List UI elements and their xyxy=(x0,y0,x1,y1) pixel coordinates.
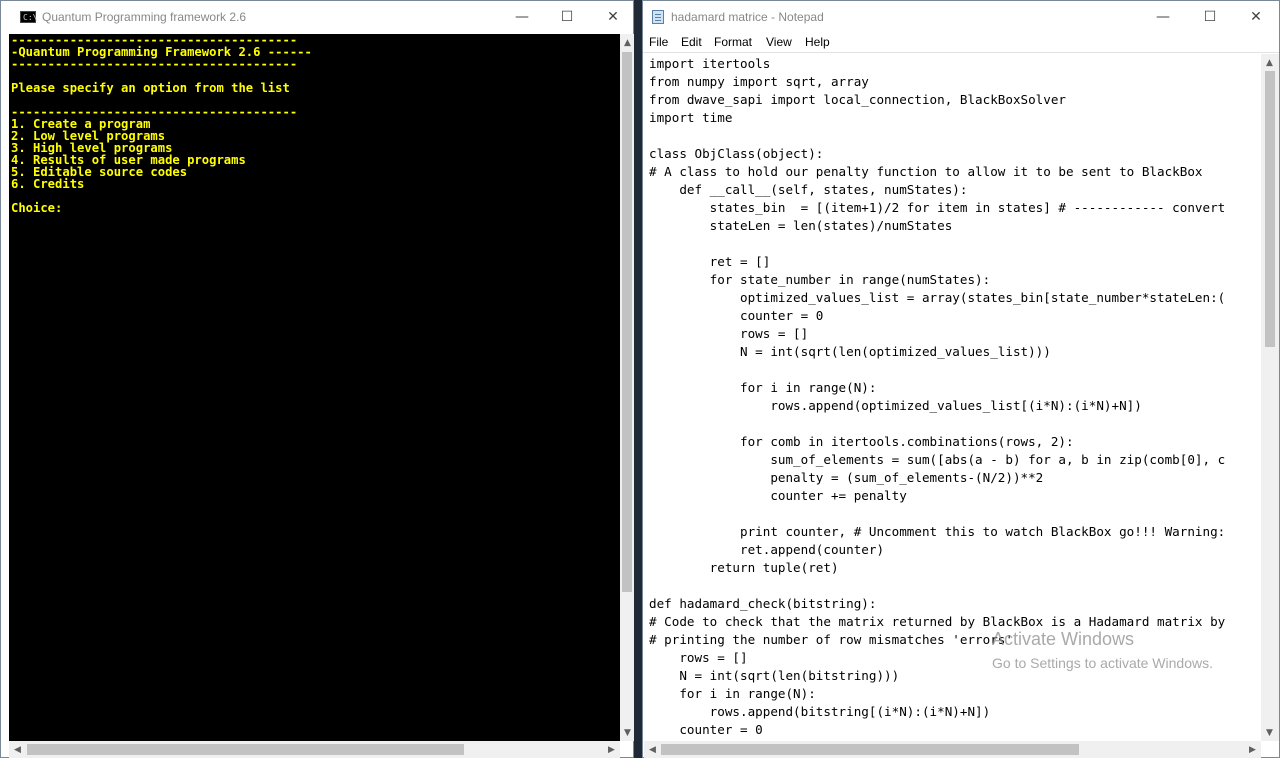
code-line: for i in range(N): xyxy=(649,686,816,701)
code-line: for i in range(N): xyxy=(649,380,877,395)
activate-windows-hint: Go to Settings to activate Windows. xyxy=(992,655,1213,671)
maximize-button[interactable]: ☐ xyxy=(1187,1,1233,33)
scroll-right-arrow-icon[interactable]: ▶ xyxy=(1244,741,1261,758)
close-button[interactable]: ✕ xyxy=(1233,1,1279,33)
code-line: print counter, # Uncomment this to watch… xyxy=(649,524,1226,539)
scroll-up-arrow-icon[interactable]: ▲ xyxy=(619,34,636,51)
code-line: for comb in itertools.combinations(rows,… xyxy=(649,434,1074,449)
code-line: def __call__(self, states, numStates): xyxy=(649,182,968,197)
console-titlebar[interactable]: C:\ Quantum Programming framework 2.6 — … xyxy=(1,1,633,33)
code-line: sum_of_elements = sum([abs(a - b) for a,… xyxy=(649,452,1226,467)
close-button[interactable]: ✕ xyxy=(590,1,636,33)
activate-windows-watermark: Activate Windows xyxy=(992,629,1135,649)
console-window: C:\ Quantum Programming framework 2.6 — … xyxy=(0,0,634,758)
code-line: counter = 0 xyxy=(649,722,763,737)
console-hscroll-thumb[interactable] xyxy=(27,744,464,755)
code-line: class ObjClass(object): xyxy=(649,146,824,161)
maximize-button[interactable]: ☐ xyxy=(544,1,590,33)
code-line: ret = [] xyxy=(649,254,771,269)
notepad-hscroll-thumb[interactable] xyxy=(661,744,1079,755)
console-choice-input[interactable]: Choice: xyxy=(11,202,62,214)
code-line: N = int(sqrt(len(optimized_values_list))… xyxy=(649,344,1051,359)
code-line: rows = [] xyxy=(649,650,748,665)
code-line: rows.append(bitstring[(i*N):(i*N)+N]) xyxy=(649,704,991,719)
console-vertical-scrollbar[interactable]: ▲ ▼ xyxy=(620,34,634,741)
code-line: # Code to check that the matrix returned… xyxy=(649,614,1226,629)
notepad-window-title: hadamard matrice - Notepad xyxy=(671,10,824,24)
code-line: for state_number in range(numStates): xyxy=(649,272,991,287)
code-line: import itertools xyxy=(649,56,771,71)
notepad-text-area[interactable]: import itertools from numpy import sqrt, … xyxy=(644,54,1261,741)
minimize-button[interactable]: — xyxy=(499,1,545,33)
menu-file[interactable]: File xyxy=(649,35,668,49)
code-line: return tuple(ret) xyxy=(649,560,839,575)
menu-format[interactable]: Format xyxy=(714,35,752,49)
console-app-icon: C:\ xyxy=(20,11,37,23)
console-window-title: Quantum Programming framework 2.6 xyxy=(42,10,247,24)
scroll-left-arrow-icon[interactable]: ◀ xyxy=(644,741,661,758)
code-line: stateLen = len(states)/numStates xyxy=(649,218,953,233)
notepad-app-icon xyxy=(652,10,664,24)
scroll-down-arrow-icon[interactable]: ▼ xyxy=(619,724,636,741)
scroll-right-arrow-icon[interactable]: ▶ xyxy=(603,741,620,758)
code-line: import time xyxy=(649,110,733,125)
code-line: from numpy import sqrt, array xyxy=(649,74,869,89)
notepad-vertical-scrollbar[interactable]: ▲ ▼ xyxy=(1261,54,1279,741)
menu-edit[interactable]: Edit xyxy=(681,35,702,49)
minimize-button[interactable]: — xyxy=(1140,1,1186,33)
code-line: # printing the number of row mismatches … xyxy=(649,632,1013,647)
code-line: def hadamard_check(bitstring): xyxy=(649,596,877,611)
code-line: ret.append(counter) xyxy=(649,542,885,557)
scroll-up-arrow-icon[interactable]: ▲ xyxy=(1261,54,1278,71)
notepad-window: hadamard matrice - Notepad — ☐ ✕ File Ed… xyxy=(642,0,1280,758)
notepad-horizontal-scrollbar[interactable]: ◀ ▶ xyxy=(644,741,1261,758)
console-menu-option: 6. Credits xyxy=(11,177,85,191)
code-line: # A class to hold our penalty function t… xyxy=(649,164,1203,179)
console-vscroll-thumb[interactable] xyxy=(622,52,632,592)
console-output[interactable]: --------------------------------------- … xyxy=(9,34,620,741)
menu-view[interactable]: View xyxy=(766,35,792,49)
desktop-background-gap xyxy=(634,0,642,758)
code-line: counter = 0 xyxy=(649,308,824,323)
code-line: counter += penalty xyxy=(649,488,907,503)
code-line: states_bin = [(item+1)/2 for item in sta… xyxy=(649,200,1226,215)
menu-help[interactable]: Help xyxy=(805,35,830,49)
code-line: rows = [] xyxy=(649,326,809,341)
notepad-titlebar[interactable]: hadamard matrice - Notepad — ☐ ✕ xyxy=(643,1,1279,33)
notepad-vscroll-thumb[interactable] xyxy=(1265,71,1275,347)
scroll-down-arrow-icon[interactable]: ▼ xyxy=(1261,724,1278,741)
code-line: optimized_values_list = array(states_bin… xyxy=(649,290,1226,305)
console-separator: --------------------------------------- xyxy=(11,57,298,71)
console-prompt-text: Please specify an option from the list xyxy=(11,81,290,95)
notepad-menubar: File Edit Format View Help xyxy=(643,33,1279,53)
code-line: from dwave_sapi import local_connection,… xyxy=(649,92,1067,107)
code-line: rows.append(optimized_values_list[(i*N):… xyxy=(649,398,1142,413)
code-line: penalty = (sum_of_elements-(N/2))**2 xyxy=(649,470,1044,485)
console-horizontal-scrollbar[interactable]: ◀ ▶ xyxy=(9,741,620,758)
scroll-left-arrow-icon[interactable]: ◀ xyxy=(9,741,26,758)
code-line: N = int(sqrt(len(bitstring))) xyxy=(649,668,900,683)
